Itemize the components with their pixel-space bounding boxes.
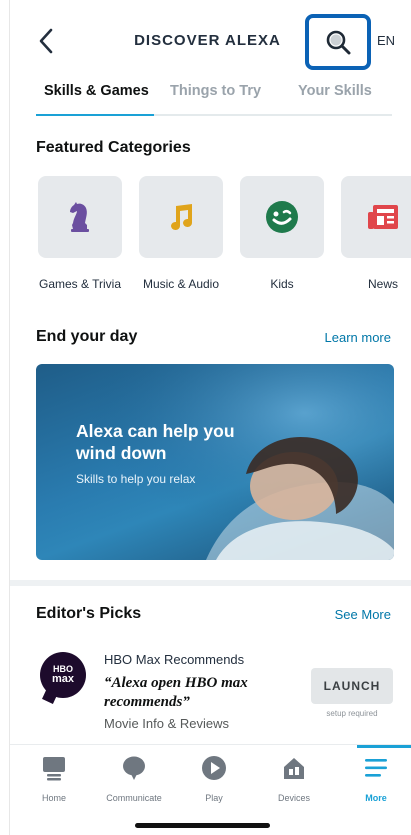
nav-label: Play	[205, 793, 223, 803]
chat-bubble-icon	[123, 756, 145, 780]
active-nav-indicator	[357, 745, 411, 748]
category-label: News	[367, 277, 398, 291]
smiley-icon	[266, 201, 298, 233]
tab-your-skills[interactable]: Your Skills	[298, 83, 372, 99]
wind-down-banner[interactable]: Alexa can help you wind down Skills to h…	[36, 364, 394, 560]
banner-heading: Alexa can help you wind down	[76, 421, 235, 463]
logo-line-2: max	[51, 673, 75, 685]
chess-knight-icon	[70, 202, 89, 232]
skill-name[interactable]: HBO Max Recommends	[104, 652, 244, 667]
nav-play[interactable]: Play	[184, 753, 244, 803]
nav-label: Communicate	[106, 793, 162, 803]
search-button[interactable]	[305, 14, 371, 70]
category-music-audio[interactable]	[139, 176, 223, 258]
nav-label: Home	[41, 793, 66, 803]
category-games-trivia[interactable]	[38, 176, 122, 258]
tab-underline	[36, 114, 392, 116]
skill-invocation: “Alexa open HBO max recommends”	[104, 675, 248, 710]
section-divider	[10, 580, 411, 586]
nav-devices[interactable]: Devices	[264, 753, 324, 803]
tab-skills-games[interactable]: Skills & Games	[44, 83, 149, 99]
categories-carousel[interactable]: Games & Trivia Music & Audio Kids News	[10, 176, 411, 316]
music-note-icon	[171, 204, 192, 230]
banner-subtitle: Skills to help you relax	[76, 472, 196, 486]
nav-label: More	[365, 793, 387, 803]
nav-more[interactable]: More	[346, 753, 406, 803]
category-label: Music & Audio	[142, 277, 220, 291]
logo-tail	[42, 688, 58, 704]
learn-more-link[interactable]: Learn more	[325, 330, 391, 345]
featured-categories-title: Featured Categories	[36, 139, 191, 156]
launch-button[interactable]: LAUNCH	[311, 668, 393, 704]
search-icon	[326, 30, 351, 55]
category-label: Games & Trivia	[38, 277, 122, 291]
nav-communicate[interactable]: Communicate	[104, 753, 164, 803]
tab-bar: Skills & Games Things to Try Your Skills	[10, 80, 411, 118]
app-screen: DISCOVER ALEXA EN Skills & Games Things …	[9, 0, 411, 835]
devices-house-icon	[284, 758, 304, 779]
home-icon	[43, 757, 65, 781]
setup-required-note: setup required	[326, 709, 378, 718]
home-indicator[interactable]	[135, 823, 270, 828]
bottom-nav: Home Communicate Play Devices More	[10, 744, 411, 803]
category-label: Kids	[270, 277, 294, 291]
category-kids[interactable]	[240, 176, 324, 258]
category-news[interactable]	[341, 176, 411, 258]
skill-category: Movie Info & Reviews	[104, 716, 229, 731]
end-your-day-title: End your day	[36, 328, 138, 345]
language-toggle[interactable]: EN	[377, 33, 395, 48]
top-bar: DISCOVER ALEXA EN	[10, 0, 411, 80]
newspaper-icon	[368, 205, 398, 229]
menu-lines-icon	[365, 759, 387, 777]
hbo-max-logo: HBO max	[40, 652, 86, 704]
editors-picks-title: Editor's Picks	[36, 605, 142, 622]
active-tab-indicator	[36, 114, 154, 116]
see-more-link[interactable]: See More	[335, 607, 391, 622]
nav-home[interactable]: Home	[24, 753, 84, 803]
tab-things-to-try[interactable]: Things to Try	[170, 83, 261, 99]
nav-label: Devices	[277, 793, 310, 803]
play-icon	[202, 756, 226, 780]
